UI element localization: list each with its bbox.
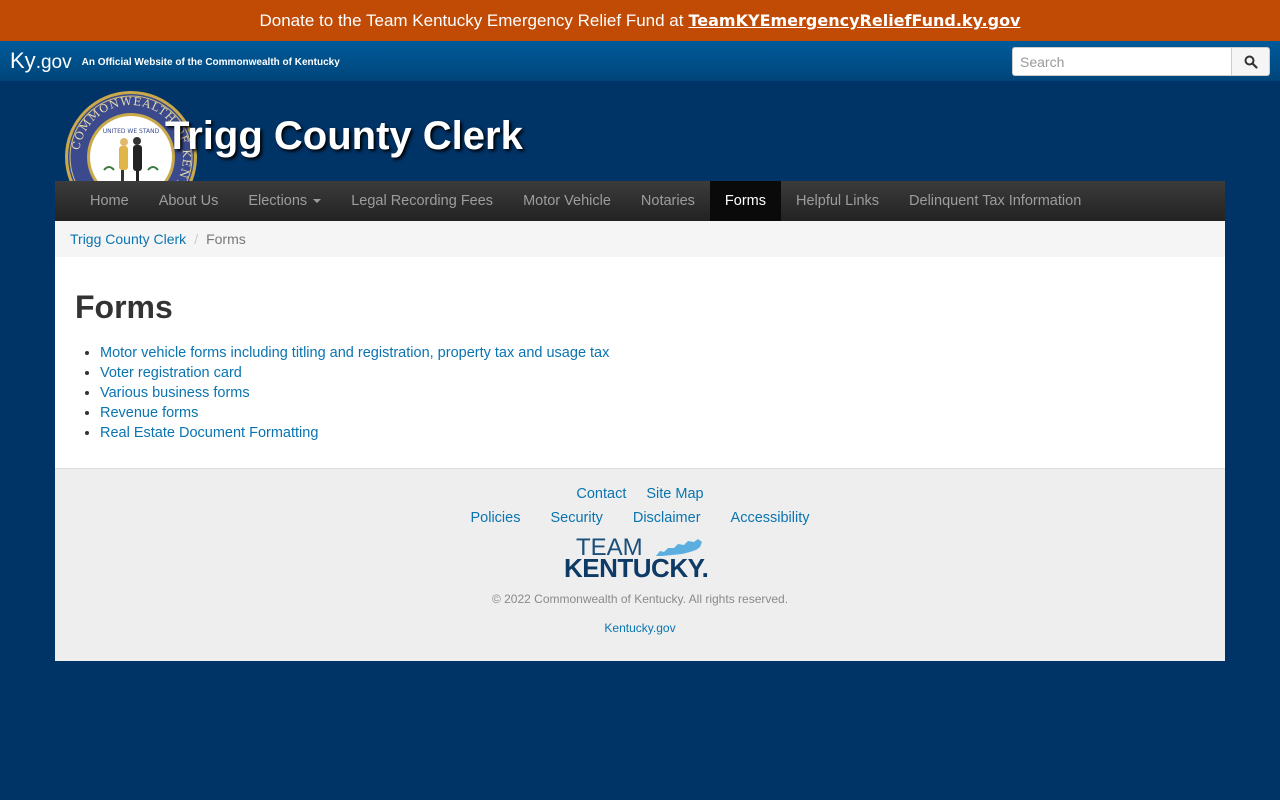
site-header: COMMONWEALTH OF KENTUCKY UNITED WE STAND… [0,81,1280,181]
search-button[interactable] [1232,47,1270,76]
footer-row-2: Policies Security Disclaimer Accessibili… [55,510,1225,526]
nav-notaries[interactable]: Notaries [626,181,710,221]
breadcrumb-separator: / [194,231,199,247]
nav-legal-recording-fees[interactable]: Legal Recording Fees [336,181,508,221]
footer-contact[interactable]: Contact [576,486,626,502]
link-business-forms[interactable]: Various business forms [100,385,250,401]
link-revenue-forms[interactable]: Revenue forms [100,405,198,421]
footer-security[interactable]: Security [550,510,602,526]
list-item: Voter registration card [100,363,1205,383]
nav-motor-vehicle[interactable]: Motor Vehicle [508,181,626,221]
footer-site-map[interactable]: Site Map [646,486,703,502]
kygov-tagline: An Official Website of the Commonwealth … [81,57,340,68]
banner-link[interactable]: TeamKYEmergencyReliefFund.ky.gov [688,11,1020,30]
footer-accessibility[interactable]: Accessibility [731,510,810,526]
list-item: Revenue forms [100,403,1205,423]
footer-disclaimer[interactable]: Disclaimer [633,510,701,526]
site-title: Trigg County Clerk [165,114,523,158]
forms-list: Motor vehicle forms including titling an… [75,343,1205,443]
list-item: Real Estate Document Formatting [100,423,1205,443]
breadcrumb-home[interactable]: Trigg County Clerk [70,231,186,247]
kygov-bar: Ky.gov An Official Website of the Common… [0,41,1280,81]
footer-kentucky-gov[interactable]: Kentucky.gov [55,621,1225,635]
donation-banner: Donate to the Team Kentucky Emergency Re… [0,0,1280,41]
caret-down-icon [313,199,322,203]
link-real-estate-formatting[interactable]: Real Estate Document Formatting [100,425,318,441]
nav-helpful-links[interactable]: Helpful Links [781,181,894,221]
main-container: Home About Us Elections Legal Recording … [55,181,1225,661]
kygov-logo[interactable]: Ky.gov [10,50,72,73]
list-item: Motor vehicle forms including titling an… [100,343,1205,363]
copyright: © 2022 Commonwealth of Kentucky. All rig… [491,592,789,606]
breadcrumb: Trigg County Clerk / Forms [55,221,1225,257]
page-title: Forms [75,289,173,325]
search-input[interactable] [1012,47,1232,76]
banner-text: Donate to the Team Kentucky Emergency Re… [259,10,684,30]
nav-home[interactable]: Home [75,181,144,221]
nav-elections[interactable]: Elections [233,181,336,221]
footer-row-1: Contact Site Map [55,486,1225,502]
main-nav: Home About Us Elections Legal Recording … [55,181,1225,221]
nav-about-us[interactable]: About Us [144,181,234,221]
logo-kentucky-text: KENTUCKY. [564,553,709,583]
nav-delinquent-tax[interactable]: Delinquent Tax Information [894,181,1096,221]
nav-forms[interactable]: Forms [709,181,782,221]
site-footer: Contact Site Map Policies Security Discl… [55,468,1225,661]
link-motor-vehicle-forms[interactable]: Motor vehicle forms including titling an… [100,345,609,361]
list-item: Various business forms [100,383,1205,403]
link-voter-registration[interactable]: Voter registration card [100,365,242,381]
team-kentucky-logo[interactable]: TEAM KENTUCKY. [564,536,716,582]
svg-text:UNITED WE STAND: UNITED WE STAND [103,128,160,135]
search-icon [1244,55,1258,69]
breadcrumb-current: Forms [206,231,246,247]
page-content: Forms Motor vehicle forms including titl… [55,257,1225,468]
footer-policies[interactable]: Policies [471,510,521,526]
search-form [1012,47,1270,76]
